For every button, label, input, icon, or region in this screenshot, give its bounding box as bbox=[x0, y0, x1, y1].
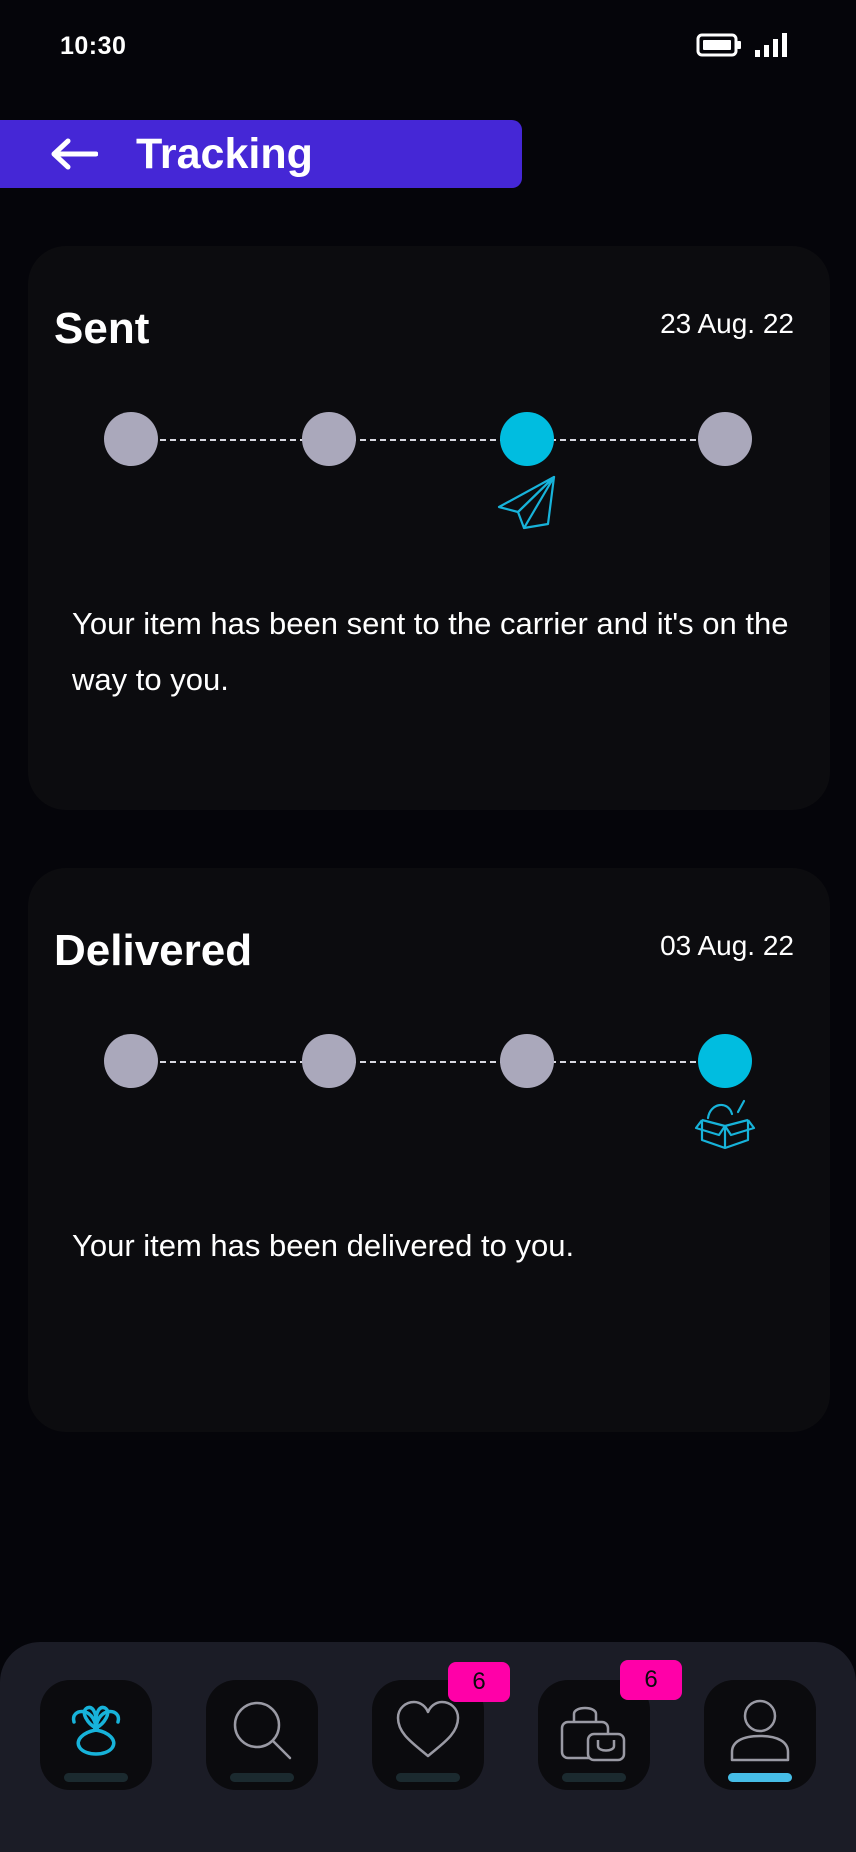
progress-line bbox=[130, 439, 726, 441]
status-time: 10:30 bbox=[60, 32, 127, 60]
progress-step-4-active bbox=[698, 1034, 752, 1088]
nav-item-profile[interactable] bbox=[704, 1680, 816, 1790]
nav-indicator bbox=[562, 1773, 626, 1782]
progress-step-3 bbox=[500, 1034, 554, 1088]
card-title: Sent bbox=[54, 304, 150, 353]
tracking-card-sent: Sent 23 Aug. 22 Your item has been sent … bbox=[28, 246, 830, 810]
back-button[interactable] bbox=[46, 134, 102, 174]
profile-icon bbox=[730, 1699, 790, 1762]
status-bar: 10:30 bbox=[0, 0, 856, 96]
status-icons bbox=[696, 32, 790, 63]
progress-step-4 bbox=[698, 412, 752, 466]
tracking-card-delivered: Delivered 03 Aug. 22 Your item has been … bbox=[28, 868, 830, 1432]
progress-step-2 bbox=[302, 1034, 356, 1088]
home-logo-icon bbox=[71, 1705, 121, 1756]
bag-count-badge: 6 bbox=[620, 1660, 682, 1700]
search-icon bbox=[233, 1701, 292, 1760]
signal-icon bbox=[754, 32, 790, 63]
progress-line bbox=[130, 1061, 726, 1063]
nav-indicator bbox=[64, 1773, 128, 1782]
header-bar: Tracking bbox=[0, 120, 522, 188]
card-date: 23 Aug. 22 bbox=[660, 308, 794, 339]
page-title: Tracking bbox=[136, 129, 313, 178]
card-title: Delivered bbox=[54, 926, 253, 975]
progress-step-1 bbox=[104, 412, 158, 466]
shopping-bag-icon bbox=[560, 1706, 626, 1762]
card-date: 03 Aug. 22 bbox=[660, 930, 794, 961]
paper-plane-icon bbox=[496, 474, 558, 537]
card-message: Your item has been sent to the carrier a… bbox=[72, 606, 789, 697]
nav-item-search[interactable] bbox=[206, 1680, 318, 1790]
nav-indicator bbox=[396, 1773, 460, 1782]
nav-indicator bbox=[230, 1773, 294, 1782]
open-box-icon bbox=[694, 1098, 756, 1155]
bottom-navigation: 6 6 bbox=[0, 1642, 856, 1852]
nav-indicator-active bbox=[728, 1773, 792, 1782]
heart-icon bbox=[396, 1700, 460, 1758]
favorites-count-badge: 6 bbox=[448, 1662, 510, 1702]
battery-icon bbox=[696, 32, 742, 63]
progress-step-2 bbox=[302, 412, 356, 466]
progress-step-1 bbox=[104, 1034, 158, 1088]
progress-step-3-active bbox=[500, 412, 554, 466]
nav-item-home[interactable] bbox=[40, 1680, 152, 1790]
arrow-left-icon bbox=[51, 138, 98, 170]
card-message: Your item has been delivered to you. bbox=[72, 1228, 575, 1263]
